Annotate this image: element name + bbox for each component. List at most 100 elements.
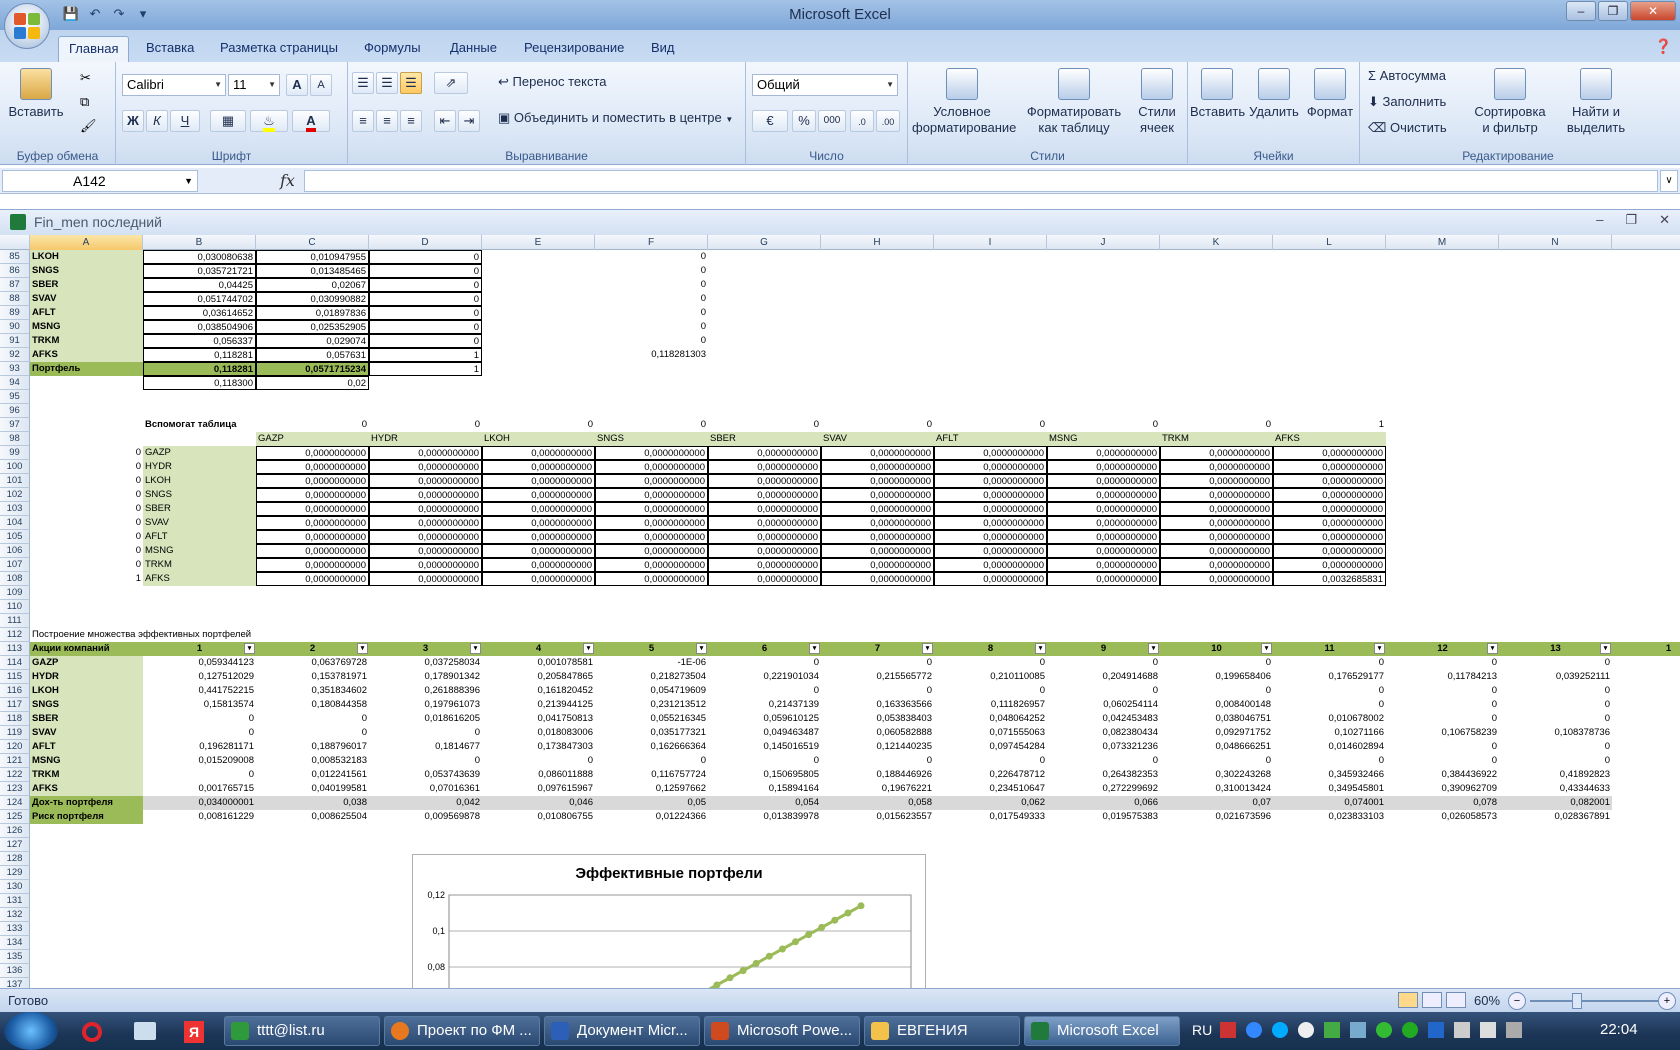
cell-eff-col[interactable]: 10 ▾ — [1160, 642, 1273, 656]
cell-value[interactable]: 0,053743639 — [369, 768, 482, 782]
cell-value[interactable]: 0,0000000000 — [595, 502, 708, 516]
percent-button[interactable]: % — [792, 110, 816, 132]
cell-value[interactable]: 0,0000000000 — [1273, 488, 1386, 502]
cell-value[interactable]: 0,041750813 — [482, 712, 595, 726]
cell-value[interactable]: 0,12597662 — [595, 782, 708, 796]
zoom-out-icon[interactable]: − — [1508, 992, 1526, 1010]
cell-value[interactable]: 0,008400148 — [1160, 698, 1273, 712]
clear-button[interactable]: ⌫ Очистить — [1368, 120, 1447, 136]
cell-aux-header[interactable]: GAZP — [256, 432, 369, 446]
cell-aux-title[interactable]: Вспомогат таблица — [143, 418, 256, 432]
cell-eff-col[interactable]: 7 ▾ — [821, 642, 934, 656]
cell-value[interactable]: 0,0000000000 — [256, 516, 369, 530]
cell-value[interactable]: 0 — [1160, 418, 1273, 432]
cell-value[interactable]: 0,0000000000 — [595, 516, 708, 530]
row-header[interactable]: 108 — [0, 572, 30, 586]
cell-aux-header[interactable]: AFLT — [934, 432, 1047, 446]
cell-value[interactable]: 0 — [1047, 418, 1160, 432]
row-header[interactable]: 119 — [0, 726, 30, 740]
cell-value[interactable]: 0,0032685831 — [1273, 572, 1386, 586]
cell-value[interactable]: 0,0000000000 — [256, 502, 369, 516]
cell-aux-rowname[interactable]: GAZP — [143, 446, 256, 460]
font-color-button[interactable]: A — [292, 110, 330, 132]
column-header-b[interactable]: B — [143, 235, 256, 250]
tray-help-icon[interactable] — [1246, 1022, 1262, 1038]
cell-eff-col[interactable]: 5 ▾ — [595, 642, 708, 656]
cell-value[interactable]: 0 — [595, 334, 708, 348]
cell-value[interactable]: 0,040199581 — [256, 782, 369, 796]
cell-value[interactable]: 0,234510647 — [934, 782, 1047, 796]
cell-value[interactable]: 0 — [1386, 656, 1499, 670]
cell-value[interactable]: 0,0000000000 — [256, 474, 369, 488]
row-header[interactable]: 120 — [0, 740, 30, 754]
filter-dropdown-icon[interactable]: ▾ — [696, 643, 707, 654]
workbook-restore-icon[interactable]: ❐ — [1625, 212, 1637, 228]
cell-value[interactable]: 0 — [143, 768, 256, 782]
start-button[interactable] — [4, 1012, 58, 1050]
cell-aux-rowname[interactable]: SBER — [143, 502, 256, 516]
cell-value[interactable]: 0,162666364 — [595, 740, 708, 754]
cell-value[interactable]: 0,0000000000 — [934, 530, 1047, 544]
cell-value[interactable]: 0,21437139 — [708, 698, 821, 712]
yandex-icon[interactable]: Я — [184, 1021, 204, 1043]
cell-value[interactable]: 0,0000000000 — [821, 516, 934, 530]
tray-monitor-icon[interactable] — [1350, 1022, 1366, 1038]
cell-value[interactable]: 0,161820452 — [482, 684, 595, 698]
cell-value[interactable]: 0,0000000000 — [482, 446, 595, 460]
column-header-f[interactable]: F — [595, 235, 708, 250]
cell-value[interactable]: 0,0000000000 — [256, 488, 369, 502]
increase-decimal-button[interactable]: .0 — [850, 110, 874, 132]
cell-ticker[interactable]: LKOH — [30, 250, 143, 264]
orientation-button[interactable]: ⇗ — [434, 72, 468, 94]
row-header[interactable]: 113 — [0, 642, 30, 656]
cell-value[interactable]: 0,0000000000 — [1160, 446, 1273, 460]
cell-value[interactable]: 0,059610125 — [708, 712, 821, 726]
taskbar-item-powerpoint[interactable]: Microsoft Powe... — [704, 1016, 860, 1046]
taskbar-item-mail[interactable]: tttt@list.ru — [224, 1016, 380, 1046]
align-bottom-button[interactable]: ☰ — [400, 72, 422, 94]
cell-value[interactable]: 0 — [256, 726, 369, 740]
grow-font-button[interactable]: A — [286, 74, 308, 96]
cell-value[interactable]: 0 — [30, 446, 143, 460]
cell-value[interactable]: 0 — [1499, 684, 1612, 698]
row-header[interactable]: 99 — [0, 446, 30, 460]
column-header-d[interactable]: D — [369, 235, 482, 250]
cell-value[interactable]: 0,048064252 — [934, 712, 1047, 726]
cell-aux-header[interactable]: SNGS — [595, 432, 708, 446]
cell-aux-header[interactable]: SBER — [708, 432, 821, 446]
cell-value[interactable]: 0,025352905 — [256, 320, 369, 334]
cell-value[interactable]: 0 — [1386, 754, 1499, 768]
cell-value[interactable]: 0 — [482, 754, 595, 768]
format-as-table-button[interactable]: Форматировать как таблицу — [1024, 68, 1124, 136]
cell-value[interactable]: 0,034000001 — [143, 796, 256, 810]
cell-value[interactable]: 0,01224366 — [595, 810, 708, 824]
tray-volume-icon[interactable] — [1480, 1022, 1496, 1038]
cell-value[interactable]: 0,042453483 — [1047, 712, 1160, 726]
cell-ticker[interactable]: TRKM — [30, 334, 143, 348]
cell-value[interactable]: 0,0000000000 — [1273, 502, 1386, 516]
cell-aux-rowname[interactable]: HYDR — [143, 460, 256, 474]
cell-ticker[interactable]: SBER — [30, 712, 143, 726]
cell-value[interactable]: 0,441752215 — [143, 684, 256, 698]
cell-value[interactable]: 0,188446926 — [821, 768, 934, 782]
cell-value[interactable]: 0,15894164 — [708, 782, 821, 796]
cell-value[interactable]: -1E-06 — [595, 656, 708, 670]
cell-value[interactable]: 0 — [1386, 684, 1499, 698]
cell-value[interactable]: 0,02 — [256, 376, 369, 390]
cell-portfolio-label[interactable]: Портфель — [30, 362, 143, 376]
cell-value[interactable]: 0,1814677 — [369, 740, 482, 754]
cell-value[interactable]: 0,231213512 — [595, 698, 708, 712]
decrease-indent-button[interactable]: ⇤ — [434, 110, 456, 132]
cell-value[interactable]: 0,213944125 — [482, 698, 595, 712]
filter-dropdown-icon[interactable]: ▾ — [1374, 643, 1385, 654]
cell-eff-col[interactable]: 1 — [1612, 642, 1680, 656]
cell-value[interactable]: 0,021673596 — [1160, 810, 1273, 824]
cell-value[interactable]: 0,0571715234 — [256, 362, 369, 376]
insert-function-icon[interactable]: fx — [280, 171, 295, 190]
cell-value[interactable]: 0,0000000000 — [595, 488, 708, 502]
cell-value[interactable]: 0 — [708, 684, 821, 698]
cell-value[interactable]: 0,116757724 — [595, 768, 708, 782]
cell-aux-header[interactable]: LKOH — [482, 432, 595, 446]
worksheet-grid[interactable]: ABCDEFGHIJKLMN 85 LKOH 0,030080638 0,010947… — [0, 235, 1680, 988]
cell-value[interactable]: 0,071555063 — [934, 726, 1047, 740]
